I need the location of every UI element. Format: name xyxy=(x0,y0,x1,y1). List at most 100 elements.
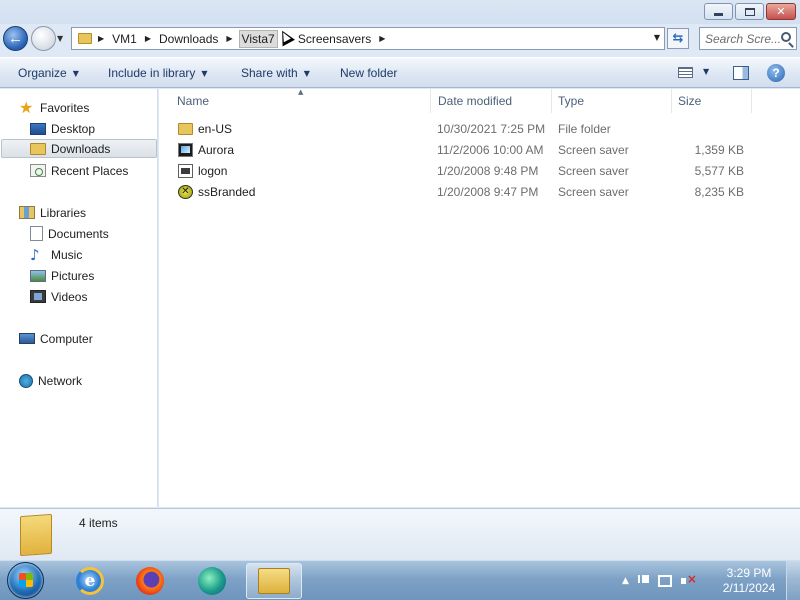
breadcrumb-separator[interactable]: ▶ xyxy=(379,34,385,43)
column-label: Date modified xyxy=(438,94,513,108)
share-with-button[interactable]: Share with ▼ xyxy=(241,66,310,80)
sidebar-item-label: Pictures xyxy=(51,268,95,283)
column-header-size[interactable]: Size xyxy=(672,89,752,113)
include-in-library-button[interactable]: Include in library ▼ xyxy=(108,66,208,80)
clock-time: 3:29 PM xyxy=(726,566,772,580)
sidebar-item-videos[interactable]: Videos xyxy=(30,287,87,306)
breadcrumb-downloads[interactable]: Downloads xyxy=(157,30,220,48)
file-row-logon[interactable]: logon 1/20/2008 9:48 PM Screen saver 5,5… xyxy=(159,161,759,182)
breadcrumb-separator[interactable]: ▶ xyxy=(145,34,151,43)
network-status-icon[interactable] xyxy=(657,575,672,587)
taskbar-windows-explorer[interactable] xyxy=(246,563,302,599)
taskbar-edge[interactable] xyxy=(184,563,240,599)
folder-icon xyxy=(78,33,92,44)
navigation-bar: ← ▼ ▶ VM1 ▶ Downloads ▶ Vista7 ▶ Screens… xyxy=(0,24,800,56)
sidebar-item-label: Network xyxy=(38,373,83,388)
view-options-dropdown[interactable]: ▼ xyxy=(703,67,709,76)
file-type: Screen saver xyxy=(558,143,629,157)
recent-places-icon xyxy=(30,164,46,177)
edge-icon xyxy=(198,567,226,595)
sidebar-item-label: Music xyxy=(51,247,83,262)
address-bar[interactable]: ▶ VM1 ▶ Downloads ▶ Vista7 ▶ Screensaver… xyxy=(71,27,665,50)
file-name: Aurora xyxy=(198,143,235,157)
share-with-label: Share with xyxy=(241,66,298,80)
sidebar-item-recent-places[interactable]: Recent Places xyxy=(30,161,128,180)
back-arrow-icon: ← xyxy=(8,30,23,47)
help-icon[interactable]: ? xyxy=(767,64,785,82)
sidebar-item-label: Recent Places xyxy=(51,163,129,178)
notification-area: ▲ xyxy=(622,572,697,587)
star-icon: ★ xyxy=(19,97,34,117)
sidebar-item-music[interactable]: ♪ Music xyxy=(30,245,82,264)
search-input[interactable] xyxy=(705,31,781,46)
file-row-ssbranded[interactable]: ✕ ssBranded 1/20/2008 9:47 PM Screen sav… xyxy=(159,182,759,203)
sidebar-item-favorites[interactable]: ★ Favorites xyxy=(19,98,89,117)
sidebar-item-label: Documents xyxy=(48,226,109,241)
sidebar-item-libraries[interactable]: Libraries xyxy=(19,203,86,222)
file-size: 1,359 KB xyxy=(694,143,744,157)
change-view-icon[interactable] xyxy=(678,67,693,78)
column-header-date-modified[interactable]: Date modified xyxy=(432,89,552,113)
column-header-type[interactable]: Type xyxy=(552,89,672,113)
file-date: 10/30/2021 7:25 PM xyxy=(437,122,546,136)
sidebar-item-label: Computer xyxy=(40,331,93,346)
sidebar-item-desktop[interactable]: Desktop xyxy=(30,119,95,138)
desktop-icon xyxy=(30,122,46,135)
file-list: Name ▲ Date modified Type Size en-US 10/… xyxy=(159,88,800,507)
breadcrumb-separator[interactable]: ▶ xyxy=(98,34,104,43)
chevron-down-icon: ▼ xyxy=(303,69,310,78)
new-folder-button[interactable]: New folder xyxy=(340,66,397,80)
sidebar-item-label: Libraries xyxy=(40,205,87,220)
breadcrumb-screensavers[interactable]: Screensavers xyxy=(296,30,373,48)
clock-date: 2/11/2024 xyxy=(722,581,776,595)
internet-explorer-icon: e xyxy=(76,567,104,595)
sidebar-item-network[interactable]: Network xyxy=(19,371,82,390)
computer-icon xyxy=(19,333,35,344)
forward-button[interactable] xyxy=(31,26,56,51)
show-desktop-button[interactable] xyxy=(786,561,800,600)
folder-icon xyxy=(20,513,52,557)
screensaver-logon-icon xyxy=(178,164,193,178)
taskbar-firefox[interactable] xyxy=(122,563,178,599)
recent-pages-dropdown[interactable]: ▼ xyxy=(57,34,63,43)
close-button[interactable]: ✕ xyxy=(766,3,796,20)
maximize-button[interactable] xyxy=(735,3,764,20)
minimize-button[interactable] xyxy=(704,3,733,20)
search-icon[interactable] xyxy=(781,32,791,42)
clock[interactable]: 3:29 PM 2/11/2024 xyxy=(714,566,784,596)
sidebar-item-documents[interactable]: Documents xyxy=(30,224,109,243)
screensaver-aurora-icon xyxy=(178,143,193,157)
start-button[interactable] xyxy=(7,562,44,599)
show-hidden-icons-icon[interactable]: ▲ xyxy=(622,576,629,586)
title-bar[interactable]: ✕ xyxy=(0,0,800,24)
back-button[interactable]: ← xyxy=(3,26,28,51)
action-center-flag-icon[interactable] xyxy=(637,575,649,583)
refresh-button[interactable]: ⇆ xyxy=(667,28,689,49)
file-row-en-us[interactable]: en-US 10/30/2021 7:25 PM File folder xyxy=(159,119,759,140)
sidebar-item-pictures[interactable]: Pictures xyxy=(30,266,94,285)
preview-pane-icon[interactable] xyxy=(733,66,749,80)
breadcrumb-vista7[interactable]: Vista7 xyxy=(238,29,278,48)
window-controls: ✕ xyxy=(704,3,796,20)
address-dropdown-button[interactable]: ▼ xyxy=(654,33,660,42)
organize-button[interactable]: Organize ▼ xyxy=(18,66,79,80)
taskbar-internet-explorer[interactable]: e xyxy=(62,563,118,599)
network-icon xyxy=(19,373,33,388)
file-name: logon xyxy=(198,164,228,178)
sort-ascending-icon: ▲ xyxy=(298,88,304,96)
taskbar: e ▲ 3:29 PM 2/11/2024 xyxy=(0,560,800,600)
details-pane: 4 items xyxy=(0,508,800,560)
sidebar-item-computer[interactable]: Computer xyxy=(19,329,93,348)
column-label: Size xyxy=(678,94,702,108)
file-row-aurora[interactable]: Aurora 11/2/2006 10:00 AM Screen saver 1… xyxy=(159,140,759,161)
volume-muted-icon[interactable] xyxy=(680,572,697,587)
breadcrumb-separator[interactable]: ▶ xyxy=(226,34,232,43)
new-folder-label: New folder xyxy=(340,66,398,80)
file-date: 1/20/2008 9:48 PM xyxy=(437,164,539,178)
file-name: ssBranded xyxy=(198,185,256,199)
breadcrumb-vm1[interactable]: VM1 xyxy=(110,30,139,48)
file-name: en-US xyxy=(198,122,233,136)
sidebar-item-downloads[interactable]: Downloads xyxy=(1,139,157,158)
refresh-icon: ⇆ xyxy=(672,31,684,46)
search-box[interactable] xyxy=(699,27,797,50)
